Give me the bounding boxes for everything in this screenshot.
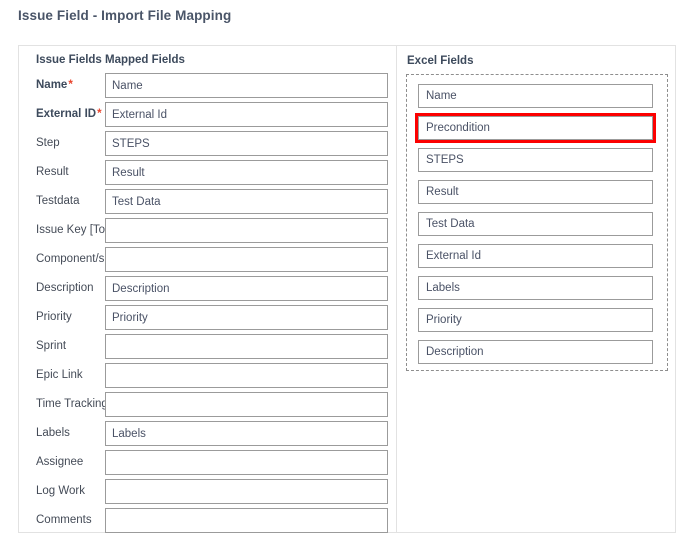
issue-field-label: External ID*	[36, 108, 102, 120]
mapped-field-input[interactable]	[105, 421, 388, 446]
issue-field-row: Result	[19, 160, 396, 189]
issue-field-row: Step	[19, 131, 396, 160]
excel-field-item-highlighted[interactable]: Precondition	[415, 113, 656, 143]
mapped-field-input[interactable]	[105, 392, 388, 417]
issue-field-row: Time Tracking	[19, 392, 396, 421]
issue-field-row: Priority	[19, 305, 396, 334]
issue-field-row: Epic Link	[19, 363, 396, 392]
issue-field-row: Description	[19, 276, 396, 305]
mapped-field-input[interactable]	[105, 73, 388, 98]
excel-field-item[interactable]: External Id	[418, 244, 653, 268]
issue-field-label: Result	[36, 166, 69, 178]
column-header-issue-fields: Issue Fields	[36, 54, 102, 66]
issue-fields-pane: Issue Fields Mapped Fields Name* External…	[19, 46, 397, 533]
issue-field-label: Testdata	[36, 195, 80, 207]
mapped-field-input[interactable]	[105, 276, 388, 301]
issue-field-label: Sprint	[36, 340, 67, 352]
issue-field-row: Testdata	[19, 189, 396, 218]
mapped-field-input[interactable]	[105, 102, 388, 127]
mapped-field-input[interactable]	[105, 450, 388, 475]
mapped-field-input[interactable]	[105, 305, 388, 330]
issue-field-row: Issue Key [To a…	[19, 218, 396, 247]
excel-field-item[interactable]: STEPS	[418, 148, 653, 172]
issue-field-row: Comments	[19, 508, 396, 537]
column-header-row: Issue Fields Mapped Fields	[19, 54, 396, 73]
issue-field-label: Name*	[36, 79, 73, 91]
issue-field-label: Issue Key [To a…	[36, 224, 106, 236]
issue-field-label: Description	[36, 282, 94, 294]
issue-field-row: External ID*	[19, 102, 396, 131]
required-marker-icon: *	[68, 79, 73, 91]
issue-field-label: Priority	[36, 311, 72, 323]
excel-field-item[interactable]: Description	[418, 340, 653, 364]
issue-field-row: Sprint	[19, 334, 396, 363]
page-title: Issue Field - Import File Mapping	[18, 8, 232, 23]
issue-field-label: Labels	[36, 427, 70, 439]
mapped-field-input[interactable]	[105, 131, 388, 156]
excel-field-item[interactable]: Test Data	[418, 212, 653, 236]
issue-field-label: Log Work	[36, 485, 86, 497]
issue-field-row: Name*	[19, 73, 396, 102]
issue-field-label: Time Tracking	[36, 398, 106, 410]
excel-field-item[interactable]: Labels	[418, 276, 653, 300]
mapped-field-input[interactable]	[105, 160, 388, 185]
issue-field-label: Epic Link	[36, 369, 83, 381]
mapping-container: Issue Fields Mapped Fields Name*External…	[18, 45, 676, 533]
issue-field-row-list: Name* External ID* Step Result Testdata Issue…	[19, 73, 396, 537]
issue-field-label: Comments	[36, 514, 92, 526]
mapped-field-input[interactable]	[105, 508, 388, 533]
issue-field-row: Log Work	[19, 479, 396, 508]
mapped-field-input[interactable]	[105, 363, 388, 388]
excel-fields-pane: Excel Fields Name Precondition STEPS Result…	[398, 46, 677, 532]
excel-field-item[interactable]: Result	[418, 180, 653, 204]
mapped-field-input[interactable]	[105, 334, 388, 359]
mapped-field-input[interactable]	[105, 189, 388, 214]
required-marker-icon: *	[97, 108, 102, 120]
issue-field-label: Assignee	[36, 456, 84, 468]
excel-field-item[interactable]: Name	[418, 84, 653, 108]
issue-field-row: Assignee	[19, 450, 396, 479]
issue-field-row: Labels	[19, 421, 396, 450]
issue-field-row: Component/s	[19, 247, 396, 276]
excel-field-item[interactable]: Priority	[418, 308, 653, 332]
excel-fields-header: Excel Fields	[407, 55, 474, 67]
excel-fields-dropzone[interactable]: Name Precondition STEPS Result Test Data Exte…	[406, 74, 668, 371]
mapped-field-input[interactable]	[105, 247, 388, 272]
issue-field-label: Component/s	[36, 253, 105, 265]
mapped-field-input[interactable]	[105, 479, 388, 504]
mapped-field-input[interactable]	[105, 218, 388, 243]
issue-field-label: Step	[36, 137, 60, 149]
column-header-mapped-fields: Mapped Fields	[105, 54, 185, 66]
